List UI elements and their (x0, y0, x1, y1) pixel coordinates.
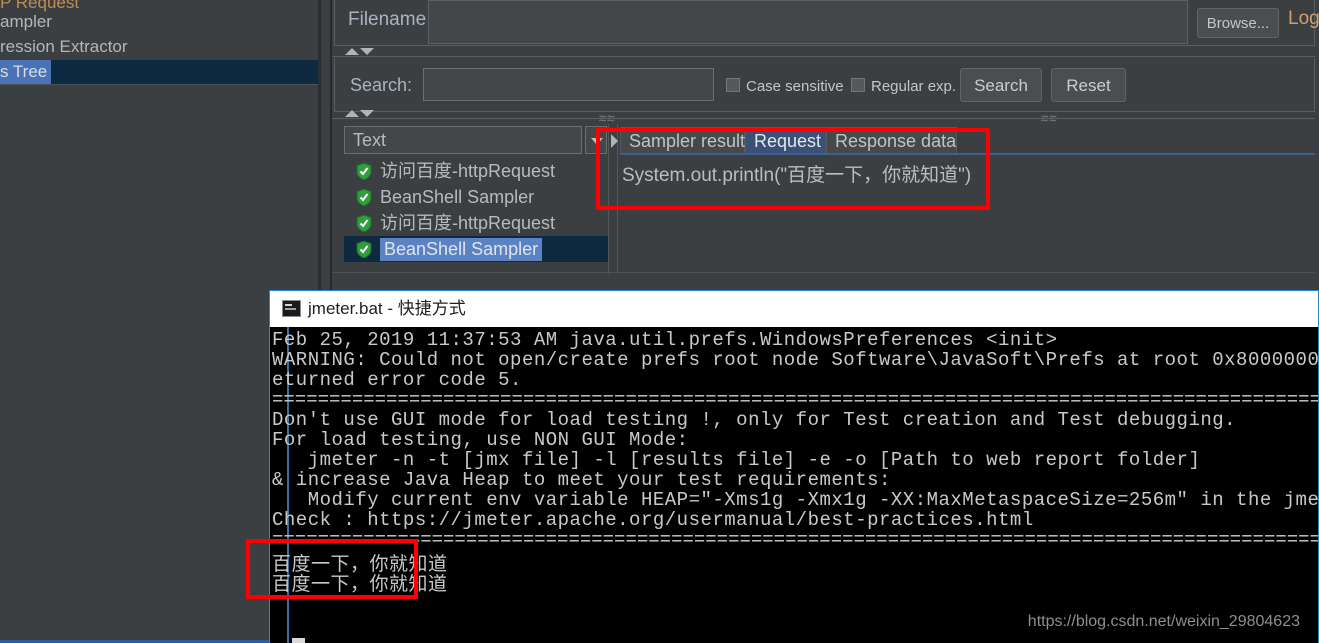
reset-button[interactable]: Reset (1051, 68, 1126, 102)
console-line: WARNING: Could not open/create prefs roo… (272, 349, 1318, 371)
watermark-url: https://blog.csdn.net/weixin_29804623 (1027, 613, 1300, 630)
console-line: eturned error code 5. (272, 369, 522, 391)
list-item[interactable]: 访问百度-httpRequest (344, 158, 608, 184)
shield-success-icon (356, 163, 372, 180)
screenshot-root: P Request ampler ression Extractor s Tre… (0, 0, 1319, 643)
regular-exp-label: Regular exp. (871, 78, 957, 95)
sidebar-item-label: ression Extractor (0, 37, 128, 56)
console-title-bar[interactable]: jmeter.bat - 快捷方式 (270, 291, 1318, 327)
console-line: Check : https://jmeter.apache.org/userma… (272, 509, 1034, 531)
console-line: Modify current env variable HEAP="-Xms1g… (307, 489, 1318, 511)
sidebar-item-label: ampler (0, 12, 52, 31)
console-line: For load testing, use NON GUI Mode: (272, 429, 689, 451)
console-output[interactable]: Feb 25, 2019 11:37:53 AM java.util.prefs… (270, 327, 1318, 643)
regular-exp-checkbox[interactable]: Regular exp. (851, 78, 956, 95)
filename-split-line (332, 56, 1315, 57)
annotation-box-request-tab (596, 128, 990, 210)
browse-button[interactable]: Browse... (1197, 8, 1279, 38)
console-line: ========================================… (272, 529, 1318, 551)
console-cursor (292, 638, 305, 643)
console-line: jmeter -n -t [jmx file] -l [results file… (272, 449, 1201, 471)
list-item[interactable]: BeanShell Sampler (344, 236, 608, 262)
case-sensitive-label: Case sensitive (746, 78, 844, 95)
console-window[interactable]: jmeter.bat - 快捷方式 Feb 25, 2019 11:37:53 … (269, 290, 1319, 643)
sidebar-item-sampler[interactable]: ampler (0, 10, 318, 33)
shield-success-icon (356, 215, 372, 232)
search-button[interactable]: Search (960, 68, 1042, 102)
collapse-up-icon[interactable] (345, 110, 359, 117)
sidebar-item-label: s Tree (0, 60, 52, 84)
shield-success-icon (356, 189, 372, 206)
list-item-label: BeanShell Sampler (380, 187, 535, 207)
render-format-combo[interactable]: Text (344, 126, 582, 154)
sampler-result-list[interactable]: 访问百度-httpRequest BeanShell Sampler 访问百度-… (344, 158, 608, 264)
filename-label: Filename (348, 9, 427, 30)
sidebar-item-results-tree[interactable]: s Tree (0, 60, 318, 84)
sidebar-divider (0, 84, 318, 85)
collapse-down-icon[interactable] (360, 48, 374, 55)
sidebar-item-regression-extractor[interactable]: ression Extractor (0, 35, 318, 58)
tree-list-bottom-area (344, 264, 608, 272)
list-item-label: 访问百度-httpRequest (380, 161, 556, 181)
search-input[interactable] (423, 68, 714, 101)
console-line: Feb 25, 2019 11:37:53 AM java.util.prefs… (272, 329, 1058, 351)
console-line: Don't use GUI mode for load testing !, o… (272, 409, 1237, 431)
console-window-icon (282, 300, 301, 317)
list-item[interactable]: BeanShell Sampler (344, 184, 608, 210)
collapse-down-icon[interactable] (360, 110, 374, 117)
console-line: & increase Java Heap to meet your test r… (272, 469, 891, 491)
case-sensitive-checkbox[interactable]: Case sensitive (726, 78, 844, 95)
shield-success-icon (356, 241, 372, 258)
log-viewer-label[interactable]: Loga (1288, 8, 1319, 30)
checkbox-icon[interactable] (726, 78, 740, 92)
console-title-text: jmeter.bat - 快捷方式 (308, 299, 466, 318)
checkbox-icon[interactable] (851, 78, 865, 92)
lower-panel-divider (332, 272, 1315, 273)
collapse-up-icon[interactable] (345, 48, 359, 55)
console-line: ========================================… (272, 389, 1318, 411)
search-label: Search: (350, 75, 413, 95)
list-item-label: 访问百度-httpRequest (380, 213, 556, 233)
filename-input[interactable] (428, 0, 1188, 44)
search-split-line (332, 118, 1315, 119)
list-item[interactable]: 访问百度-httpRequest (344, 210, 608, 236)
list-item-label: BeanShell Sampler (380, 238, 543, 261)
annotation-box-console-output (246, 539, 418, 599)
